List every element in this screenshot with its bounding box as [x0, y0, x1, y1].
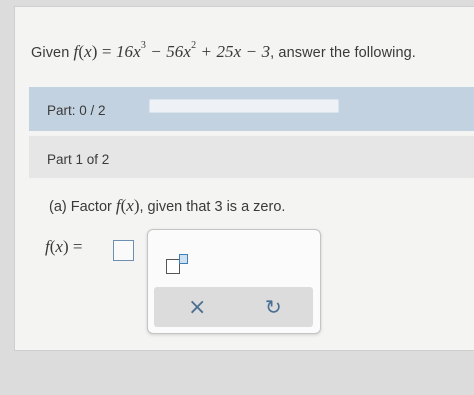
math-palette: × ↺ — [147, 229, 321, 334]
undo-button[interactable]: ↺ — [265, 295, 282, 319]
answer-label: f(x) = — [45, 237, 83, 256]
exponent-button[interactable] — [165, 250, 191, 276]
part-progress-bar: Part: 0 / 2 — [29, 87, 474, 131]
progress-track — [149, 99, 339, 113]
prompt-function: f(x) — [115, 196, 140, 215]
palette-action-row: × ↺ — [154, 287, 313, 327]
prompt-prefix: (a) Factor — [49, 199, 112, 215]
prompt-middle: , given that — [139, 199, 211, 215]
function-expression: f(x) = 16x3 − 56x2 + 25x − 3 — [73, 40, 271, 61]
part-a-prompt: (a) Factor f(x), given that 3 is a zero. — [49, 196, 285, 216]
question-tail: , answer the following. — [270, 45, 416, 61]
prompt-zero: 3 — [214, 199, 223, 215]
part-header: Part 1 of 2 — [29, 136, 474, 178]
question-text: Given f(x) = 16x3 − 56x2 + 25x − 3, answ… — [31, 40, 416, 62]
exponent-template-icon — [166, 259, 180, 274]
given-word: Given — [31, 45, 70, 61]
prompt-suffix: is a zero. — [226, 199, 286, 215]
answer-input[interactable] — [113, 240, 134, 261]
clear-button[interactable]: × — [188, 295, 206, 320]
part-progress-label: Part: 0 / 2 — [47, 103, 106, 118]
exponent-superscript-icon — [179, 254, 188, 264]
question-card: Given f(x) = 16x3 − 56x2 + 25x − 3, answ… — [14, 6, 474, 351]
part-header-label: Part 1 of 2 — [47, 152, 110, 167]
